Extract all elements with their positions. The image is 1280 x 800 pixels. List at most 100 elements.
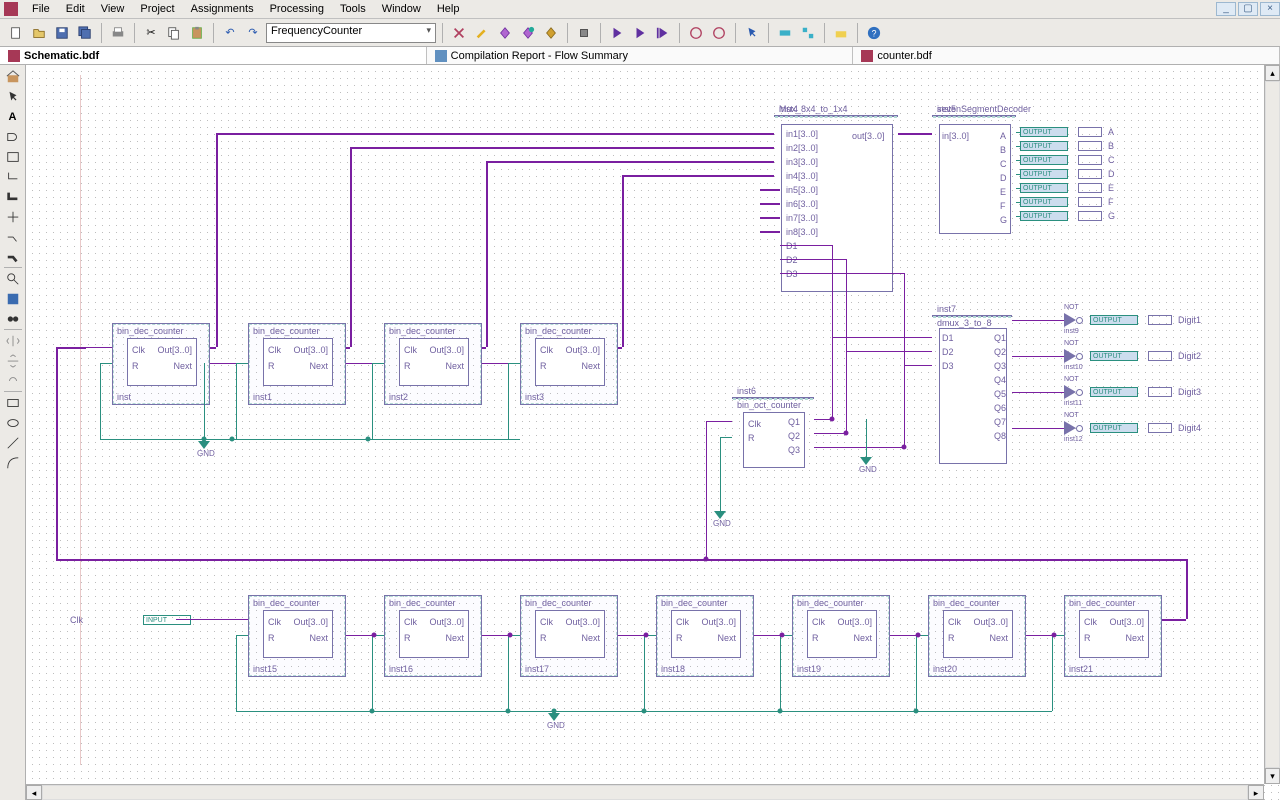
vscroll-track[interactable] bbox=[1265, 81, 1280, 768]
rotate-tool[interactable] bbox=[3, 371, 23, 390]
output-pin-D[interactable]: OUTPUT D bbox=[1020, 169, 1115, 179]
schematic-viewport[interactable]: bin_dec_counter Clk R Out[3..0] Next ins… bbox=[26, 65, 1280, 800]
orthogonal-bus-tool[interactable] bbox=[3, 187, 23, 206]
block-mux[interactable]: Mux_8x4_to_1x4 inst4 bbox=[774, 115, 898, 117]
block-inst21[interactable]: bin_dec_counter Clk R Out[3..0] Next ins… bbox=[1064, 595, 1162, 677]
timing-button[interactable] bbox=[686, 23, 706, 43]
flip-h-tool[interactable] bbox=[3, 331, 23, 350]
compile-button[interactable] bbox=[495, 23, 515, 43]
undo-button[interactable]: ↶ bbox=[220, 23, 240, 43]
play-adv-button[interactable] bbox=[630, 23, 650, 43]
project-combo[interactable]: FrequencyCounter bbox=[266, 23, 436, 43]
settings-button[interactable] bbox=[472, 23, 492, 43]
chip-button[interactable] bbox=[574, 23, 594, 43]
output-pin-A[interactable]: OUTPUT A bbox=[1020, 127, 1114, 137]
arc-tool[interactable] bbox=[3, 453, 23, 472]
block-inst3[interactable]: bin_dec_counter Clk R Out[3..0] Next ins… bbox=[520, 323, 618, 405]
paste-button[interactable] bbox=[187, 23, 207, 43]
hscroll-track[interactable] bbox=[42, 785, 1248, 800]
menu-processing[interactable]: Processing bbox=[262, 1, 332, 17]
menu-edit[interactable]: Edit bbox=[58, 1, 93, 17]
window-min-button[interactable]: _ bbox=[1216, 2, 1236, 16]
block-inst16[interactable]: bin_dec_counter Clk R Out[3..0] Next ins… bbox=[384, 595, 482, 677]
timing2-button[interactable] bbox=[709, 23, 729, 43]
text-tool[interactable]: A bbox=[3, 107, 23, 126]
block-decoder[interactable]: sevenSegmentDecoder inst5 bbox=[932, 115, 1016, 117]
pointer-button[interactable] bbox=[742, 23, 762, 43]
diag-bus-tool[interactable] bbox=[3, 247, 23, 266]
help-button[interactable]: ? bbox=[864, 23, 884, 43]
open-button[interactable] bbox=[29, 23, 49, 43]
programmer-button[interactable] bbox=[831, 23, 851, 43]
not-gate-1[interactable] bbox=[1064, 349, 1086, 363]
output-pin-Digit3[interactable]: OUTPUT Digit3 bbox=[1090, 387, 1201, 397]
tab-schematic[interactable]: Schematic.bdf bbox=[0, 47, 427, 64]
not-gate-2[interactable] bbox=[1064, 385, 1086, 399]
output-pin-B[interactable]: OUTPUT B bbox=[1020, 141, 1114, 151]
new-button[interactable] bbox=[6, 23, 26, 43]
save-button[interactable] bbox=[52, 23, 72, 43]
block-inst17[interactable]: bin_dec_counter Clk R Out[3..0] Next ins… bbox=[520, 595, 618, 677]
flip-v-tool[interactable] bbox=[3, 351, 23, 370]
redo-button[interactable]: ↷ bbox=[243, 23, 263, 43]
menu-file[interactable]: File bbox=[24, 1, 58, 17]
block-inst2[interactable]: bin_dec_counter Clk R Out[3..0] Next ins… bbox=[384, 323, 482, 405]
vertical-scrollbar[interactable]: ▴ ▾ bbox=[1264, 65, 1280, 784]
output-pin-Digit4[interactable]: OUTPUT Digit4 bbox=[1090, 423, 1201, 433]
pin-button[interactable] bbox=[775, 23, 795, 43]
tab-counter[interactable]: counter.bdf bbox=[853, 47, 1280, 64]
not-gate-3[interactable] bbox=[1064, 421, 1086, 435]
hier-button[interactable] bbox=[798, 23, 818, 43]
block-inst15[interactable]: bin_dec_counter Clk R Out[3..0] Next ins… bbox=[248, 595, 346, 677]
menu-tools[interactable]: Tools bbox=[332, 1, 374, 17]
scroll-right-button[interactable]: ▸ bbox=[1248, 785, 1264, 800]
oval-tool[interactable] bbox=[3, 413, 23, 432]
block-dmux[interactable]: dmux_3_to_8 inst7 bbox=[932, 315, 1012, 317]
window-max-button[interactable]: ▢ bbox=[1238, 2, 1258, 16]
fullscreen-tool[interactable] bbox=[3, 289, 23, 308]
play-button[interactable] bbox=[607, 23, 627, 43]
menu-project[interactable]: Project bbox=[132, 1, 182, 17]
scroll-down-button[interactable]: ▾ bbox=[1265, 768, 1280, 784]
output-pin-Digit1[interactable]: OUTPUT Digit1 bbox=[1090, 315, 1201, 325]
block-inst[interactable]: bin_dec_counter Clk R Out[3..0] Next ins… bbox=[112, 323, 210, 405]
output-pin-G[interactable]: OUTPUT G bbox=[1020, 211, 1115, 221]
zoom-tool[interactable] bbox=[3, 269, 23, 288]
input-pin-clk[interactable]: Clk INPUT bbox=[70, 615, 191, 625]
print-button[interactable] bbox=[108, 23, 128, 43]
output-pin-C[interactable]: OUTPUT C bbox=[1020, 155, 1115, 165]
conduit-tool[interactable] bbox=[3, 207, 23, 226]
window-close-button[interactable]: × bbox=[1260, 2, 1280, 16]
horizontal-scrollbar[interactable]: ◂ ▸ bbox=[26, 784, 1264, 800]
home-tool[interactable] bbox=[3, 67, 23, 86]
block-tool[interactable] bbox=[3, 147, 23, 166]
cut-button[interactable]: ✂ bbox=[141, 23, 161, 43]
output-pin-Digit2[interactable]: OUTPUT Digit2 bbox=[1090, 351, 1201, 361]
play-step-button[interactable] bbox=[653, 23, 673, 43]
not-gate-0[interactable] bbox=[1064, 313, 1086, 327]
menu-help[interactable]: Help bbox=[429, 1, 468, 17]
block-inst1[interactable]: bin_dec_counter Clk R Out[3..0] Next ins… bbox=[248, 323, 346, 405]
symbol-tool[interactable] bbox=[3, 127, 23, 146]
menu-window[interactable]: Window bbox=[374, 1, 429, 17]
rect-tool[interactable] bbox=[3, 393, 23, 412]
block-inst20[interactable]: bin_dec_counter Clk R Out[3..0] Next ins… bbox=[928, 595, 1026, 677]
analyze-button[interactable] bbox=[518, 23, 538, 43]
save-all-button[interactable] bbox=[75, 23, 95, 43]
copy-button[interactable] bbox=[164, 23, 184, 43]
tab-compilation-report[interactable]: Compilation Report - Flow Summary bbox=[427, 47, 854, 64]
output-pin-F[interactable]: OUTPUT F bbox=[1020, 197, 1114, 207]
scroll-up-button[interactable]: ▴ bbox=[1265, 65, 1280, 81]
block-inst18[interactable]: bin_dec_counter Clk R Out[3..0] Next ins… bbox=[656, 595, 754, 677]
block-oct-counter[interactable]: bin_oct_counter Clk R Q1 Q2 Q3 inst6 bbox=[732, 397, 814, 399]
synth-button[interactable] bbox=[541, 23, 561, 43]
block-inst19[interactable]: bin_dec_counter Clk R Out[3..0] Next ins… bbox=[792, 595, 890, 677]
menu-view[interactable]: View bbox=[93, 1, 133, 17]
menu-assignments[interactable]: Assignments bbox=[183, 1, 262, 17]
find-tool[interactable] bbox=[3, 309, 23, 328]
line-tool[interactable] bbox=[3, 433, 23, 452]
scroll-left-button[interactable]: ◂ bbox=[26, 785, 42, 800]
output-pin-E[interactable]: OUTPUT E bbox=[1020, 183, 1114, 193]
select-tool[interactable] bbox=[3, 87, 23, 106]
orthogonal-node-tool[interactable] bbox=[3, 167, 23, 186]
